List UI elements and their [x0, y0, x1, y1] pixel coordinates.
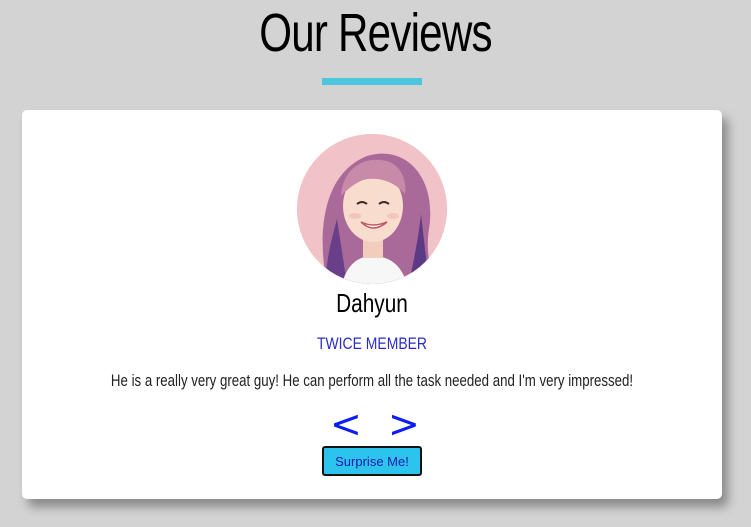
reviewer-name: Dahyun — [336, 288, 408, 318]
title-underline — [322, 78, 422, 85]
avatar-photo — [297, 134, 447, 284]
next-review-button[interactable]: > — [388, 404, 420, 444]
reviewer-avatar — [297, 134, 447, 284]
page-title: Our Reviews — [259, 3, 492, 63]
review-card: Dahyun TWICE MEMBER He is a really very … — [22, 110, 722, 499]
reviewer-role: TWICE MEMBER — [317, 334, 427, 353]
surprise-me-button[interactable]: Surprise Me! — [322, 446, 422, 476]
reviews-page: Our Reviews Dahyun TWICE MEMBER He is a … — [0, 0, 751, 527]
review-text: He is a really very great guy! He can pe… — [110, 371, 634, 390]
prev-review-button[interactable]: < — [330, 404, 362, 444]
